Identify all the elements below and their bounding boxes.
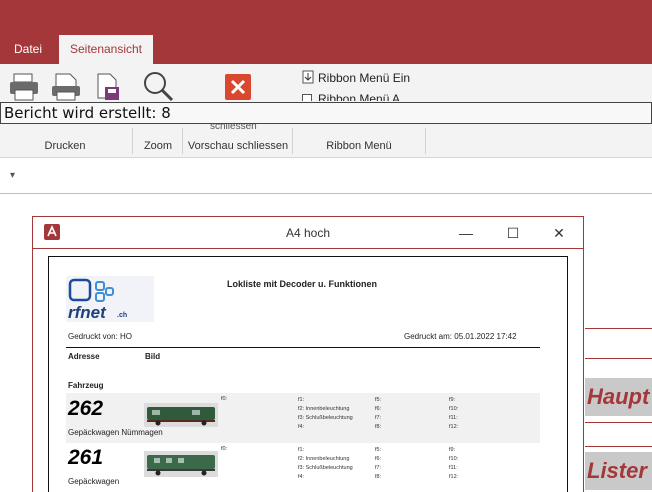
minimize-icon[interactable]: —: [456, 225, 476, 241]
group-zoom-label: Zoom: [143, 140, 173, 152]
record-name: Gepäckwagen: [68, 477, 120, 486]
toolbar-strip: [0, 158, 652, 194]
function-label: f11:: [449, 465, 458, 471]
main-menu-button[interactable]: Haupt: [585, 378, 652, 416]
record-address: 262: [68, 397, 104, 420]
record-address: 261: [68, 446, 104, 469]
function-label: f2: Innenbeleuchtung: [298, 406, 350, 412]
quick-access-dropdown-icon[interactable]: ▾: [10, 170, 15, 181]
function-label: f12:: [449, 424, 459, 430]
print-icon[interactable]: [8, 72, 40, 102]
function-label: f5:: [375, 447, 382, 453]
tab-datei[interactable]: Datei: [2, 35, 54, 64]
function-label: f3: Schlußbeleuchtung: [298, 465, 353, 471]
close-preview-icon[interactable]: [225, 74, 251, 100]
form-divider: [585, 446, 652, 447]
group-ribbon-menu-label: Ribbon Menü: [326, 140, 392, 152]
section-heading: Fahrzeug: [68, 381, 104, 390]
report-window-title: A4 hoch: [285, 226, 331, 240]
save-pdf-icon[interactable]: [94, 72, 124, 102]
logo-text: rfnet: [68, 303, 106, 322]
function-label: f8:: [375, 474, 382, 480]
lists-button[interactable]: Lister: [585, 452, 652, 490]
group-separator: [182, 128, 183, 154]
function-label: f3: Schlußbeleuchtung: [298, 415, 353, 421]
function-label: f6:: [375, 456, 382, 462]
function-label: f2: Innenbeleuchtung: [298, 456, 350, 462]
ribbon-menu-off-button[interactable]: Ribbon Menü A: [318, 92, 400, 101]
ribbon-menu-off-icon: [302, 94, 312, 101]
form-divider: [585, 422, 652, 423]
printed-by: Gedruckt von: HO: [68, 332, 133, 341]
function-label: f0:: [221, 446, 228, 452]
printed-at: Gedruckt am: 05.01.2022 17:42: [404, 332, 517, 341]
function-label: f4:: [298, 424, 305, 430]
function-label: f8:: [375, 424, 382, 430]
group-drucken-label: Drucken: [44, 140, 86, 152]
wagon-image: [144, 451, 218, 477]
function-label: f4:: [298, 474, 305, 480]
zoom-icon[interactable]: [142, 70, 174, 102]
close-preview-label-partial: schliessen: [210, 124, 257, 132]
function-label: f9:: [449, 397, 456, 403]
function-label: f7:: [375, 465, 382, 471]
function-label: f0:: [221, 396, 228, 402]
group-close-label: Vorschau schliessen: [187, 140, 289, 152]
status-message: Bericht wird erstellt: 8: [0, 102, 652, 124]
close-icon[interactable]: ✕: [549, 225, 569, 241]
ribbon-menu-off-row[interactable]: Ribbon Menü A: [300, 92, 420, 101]
function-label: f6:: [375, 406, 382, 412]
function-label: f10:: [449, 456, 459, 462]
report-window-divider: [33, 248, 583, 249]
tab-seitenansicht[interactable]: Seitenansicht: [59, 35, 153, 64]
function-label: f1:: [298, 397, 305, 403]
group-separator: [292, 128, 293, 154]
logo-suffix: .ch: [117, 312, 128, 319]
form-divider: [585, 358, 652, 359]
function-label: f7:: [375, 415, 382, 421]
report-title: Lokliste mit Decoder u. Funktionen: [226, 279, 378, 289]
function-label: f12:: [449, 474, 459, 480]
logo-squares-icon: [68, 278, 114, 302]
print-preview-icon[interactable]: [50, 72, 82, 102]
ribbon-menu-on-icon: [302, 70, 314, 84]
function-label: f9:: [449, 447, 456, 453]
record-name: Gepäckwagen Nümmagen: [68, 428, 163, 437]
function-label: f10:: [449, 406, 459, 412]
form-divider: [585, 328, 652, 329]
group-separator: [425, 128, 426, 154]
column-header-address: Adresse: [68, 352, 100, 361]
wagon-image: [144, 403, 218, 427]
function-label: f5:: [375, 397, 382, 403]
function-label: f1:: [298, 447, 305, 453]
maximize-icon[interactable]: ☐: [503, 225, 523, 241]
header-rule: [66, 347, 540, 348]
group-separator: [132, 128, 133, 154]
column-header-image: Bild: [145, 352, 161, 361]
ribbon-menu-on-button[interactable]: Ribbon Menü Ein: [318, 71, 410, 85]
function-label: f11:: [449, 415, 458, 421]
